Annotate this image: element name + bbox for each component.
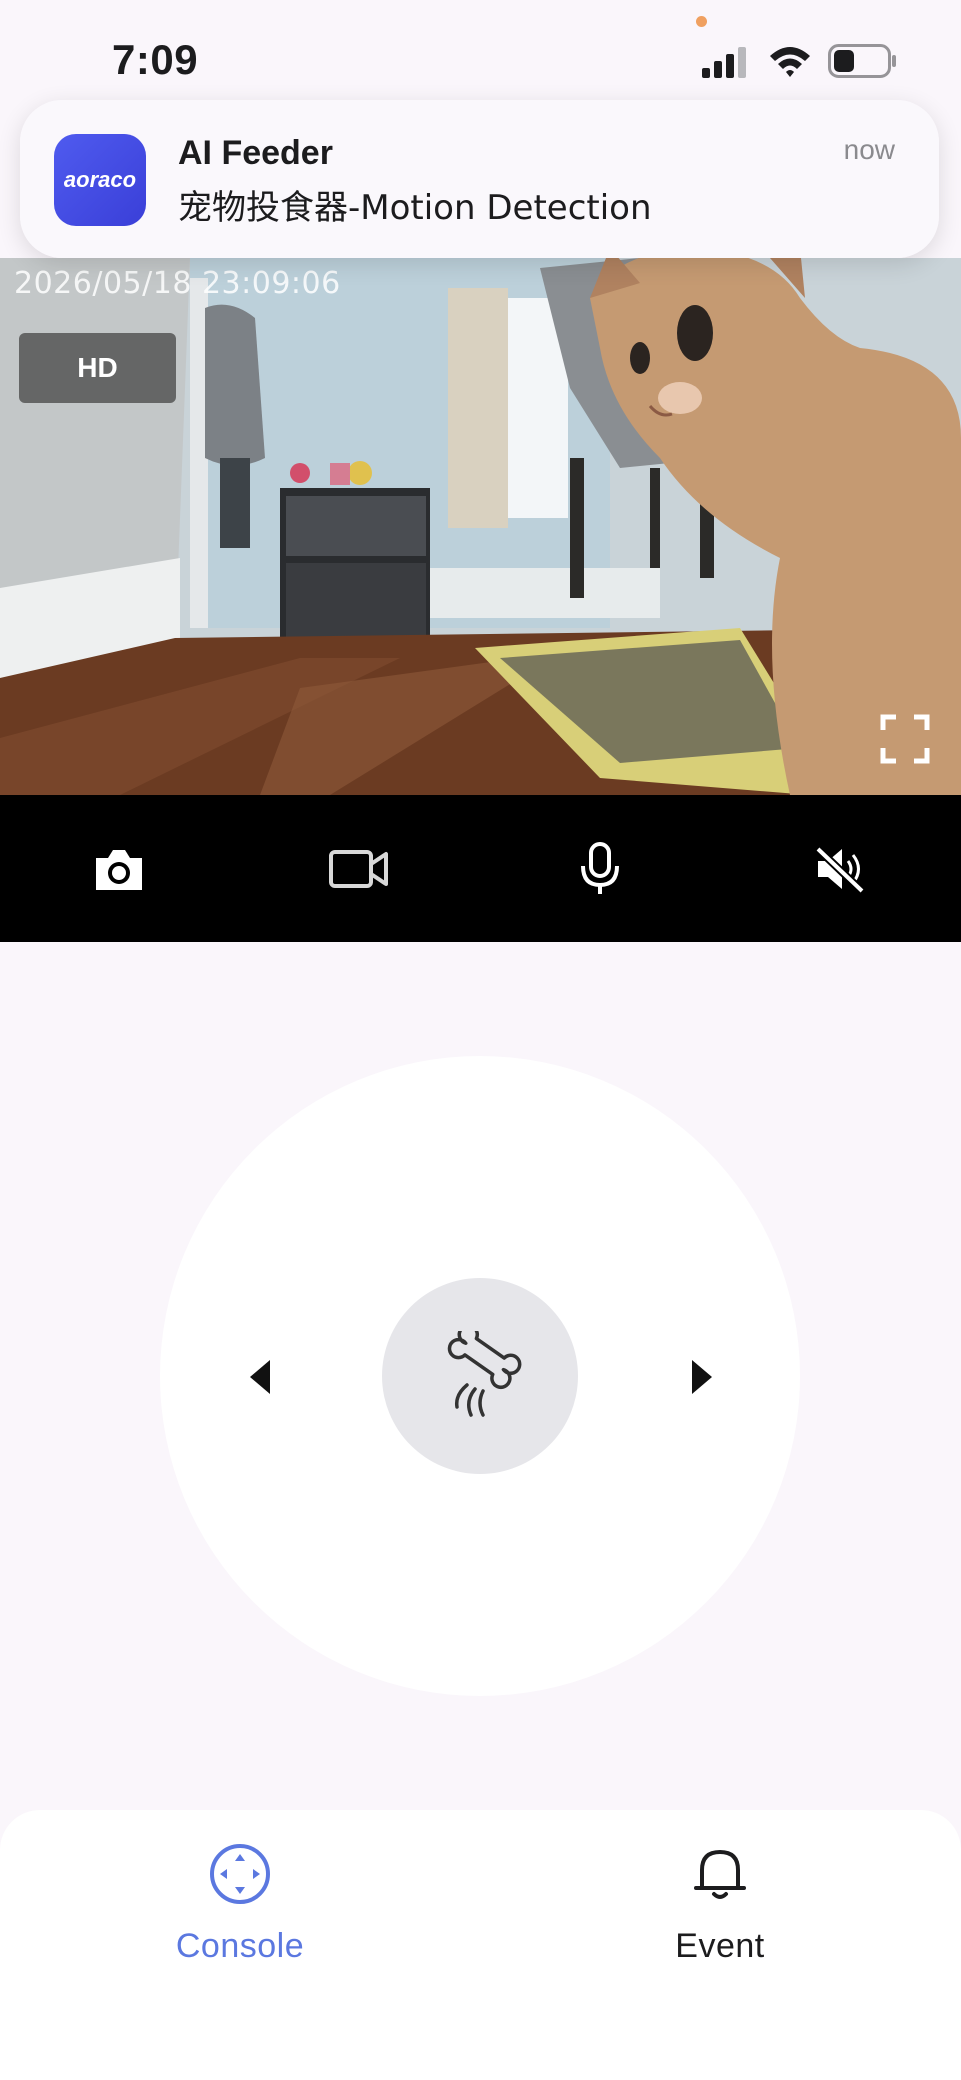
- rotate-right-button[interactable]: [690, 1358, 714, 1396]
- privacy-indicator-dot: [696, 16, 707, 27]
- tab-console-label: Console: [175, 1927, 305, 1965]
- cellular-signal-icon: [702, 47, 746, 78]
- microphone-icon: [581, 842, 619, 894]
- quality-toggle-button[interactable]: HD: [19, 333, 176, 403]
- video-icon: [329, 850, 388, 888]
- app-icon-text: aoraco: [63, 167, 137, 192]
- status-bar: 7:09: [0, 0, 961, 110]
- bell-icon: [694, 1850, 746, 1899]
- speaker-muted-icon: [815, 846, 865, 893]
- rotate-left-button[interactable]: [248, 1358, 272, 1396]
- status-time: 7:09: [112, 36, 199, 83]
- record-button[interactable]: [327, 837, 391, 901]
- wifi-icon: [770, 47, 810, 77]
- console-icon: [210, 1844, 270, 1904]
- notification-time: now: [843, 134, 895, 165]
- notification-title: AI Feeder: [178, 134, 333, 172]
- tab-console[interactable]: Console: [120, 1842, 360, 1966]
- tab-event[interactable]: Event: [600, 1842, 840, 1966]
- fullscreen-icon[interactable]: [880, 714, 930, 764]
- bottom-navigation: Console Event: [0, 1810, 961, 2080]
- camera-live-view[interactable]: 2026/05/18 23:09:06 HD: [0, 258, 961, 795]
- tab-event-label: Event: [675, 1927, 765, 1965]
- snapshot-button[interactable]: [87, 837, 151, 901]
- mute-button[interactable]: [808, 837, 872, 901]
- talk-button[interactable]: [568, 837, 632, 901]
- app-icon: aoraco: [54, 134, 146, 226]
- camera-toolbar: [0, 795, 961, 942]
- push-notification[interactable]: aoraco AI Feeder 宠物投食器-Motion Detection …: [20, 100, 939, 258]
- bone-icon: [447, 1331, 522, 1417]
- camera-icon: [96, 850, 142, 890]
- camera-timestamp: 2026/05/18 23:09:06: [14, 266, 341, 301]
- battery-icon: [828, 44, 896, 78]
- quality-label: HD: [77, 352, 118, 383]
- notification-message: 宠物投食器-Motion Detection: [178, 188, 652, 228]
- feed-button[interactable]: [382, 1278, 578, 1474]
